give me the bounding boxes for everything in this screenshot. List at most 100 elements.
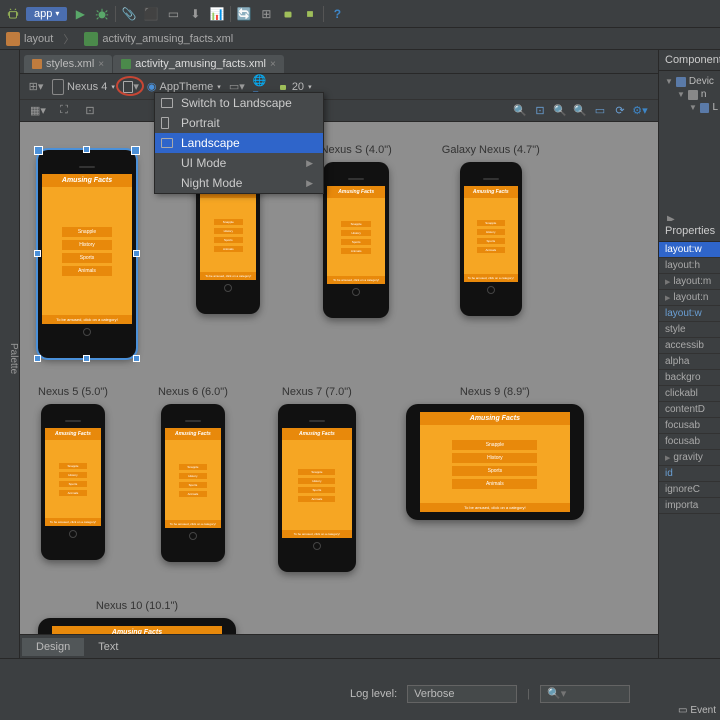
tree-row[interactable]: ▼L: [661, 101, 718, 114]
property-row[interactable]: alpha: [659, 354, 720, 370]
zoom-fit-icon[interactable]: ⊡: [532, 103, 548, 119]
api-label: 20: [292, 81, 304, 93]
clip-icon[interactable]: ▭: [592, 103, 608, 119]
design-canvas[interactable]: Amusing FactsSnappleHistorySportsAnimals…: [20, 122, 658, 634]
breadcrumb-item[interactable]: activity_amusing_facts.xml: [102, 33, 233, 45]
menu-item-landscape[interactable]: Landscape: [155, 133, 323, 153]
property-row[interactable]: style: [659, 322, 720, 338]
menu-item-nightmode[interactable]: Night Mode▶: [155, 173, 323, 193]
property-row[interactable]: importa: [659, 498, 720, 514]
category-button: History: [298, 478, 335, 484]
breadcrumb-item[interactable]: layout: [24, 33, 53, 45]
device-frame[interactable]: Amusing FactsSnappleHistorySportsAnimals…: [38, 150, 136, 358]
landscape-icon: [161, 98, 173, 108]
category-button: Snapple: [214, 219, 243, 225]
menu-item-uimode[interactable]: UI Mode▶: [155, 153, 323, 173]
tab-label: activity_amusing_facts.xml: [135, 58, 266, 70]
device-frame[interactable]: Amusing FactsSnappleHistorySportsAnimals…: [406, 404, 584, 520]
property-row[interactable]: ▶layout:n: [659, 290, 720, 306]
category-button: Sports: [298, 487, 335, 493]
property-row[interactable]: backgro: [659, 370, 720, 386]
device-frame[interactable]: Amusing FactsSnappleHistorySportsAnimals…: [38, 618, 236, 634]
editor-tabs: styles.xml × activity_amusing_facts.xml ×: [20, 50, 658, 74]
orientation-dropdown[interactable]: ▾: [123, 79, 139, 95]
device-frame[interactable]: Amusing FactsSnappleHistorySportsAnimals…: [323, 162, 389, 318]
device-preview[interactable]: Nexus S (4.0")Amusing FactsSnappleHistor…: [321, 144, 392, 358]
property-row[interactable]: focusab: [659, 434, 720, 450]
device-preview[interactable]: Nexus 9 (8.9")Amusing FactsSnappleHistor…: [406, 386, 584, 572]
properties-panel[interactable]: layout:wlayout:h▶layout:m▶layout:nlayout…: [659, 242, 720, 658]
monitor-icon[interactable]: 📊: [208, 5, 226, 23]
property-row[interactable]: focusab: [659, 418, 720, 434]
sync-icon[interactable]: 🔄: [235, 5, 253, 23]
device-preview[interactable]: Galaxy Nexus (4.7")Amusing FactsSnappleH…: [442, 144, 540, 358]
pipe-sep: |: [527, 688, 530, 700]
tab-activity[interactable]: activity_amusing_facts.xml ×: [113, 55, 284, 73]
tab-styles[interactable]: styles.xml ×: [24, 55, 112, 73]
property-label: alpha: [665, 356, 689, 367]
android-icon[interactable]: [4, 5, 22, 23]
avd-icon[interactable]: ▭: [164, 5, 182, 23]
device-frame[interactable]: Amusing FactsSnappleHistorySportsAnimals…: [161, 404, 225, 562]
property-row[interactable]: ignoreC: [659, 482, 720, 498]
tab-text[interactable]: Text: [84, 638, 132, 656]
device-preview[interactable]: Nexus 10 (10.1")Amusing FactsSnappleHist…: [38, 600, 236, 634]
device-label: Nexus 4: [67, 81, 107, 93]
run-button[interactable]: ▶: [71, 5, 89, 23]
property-row[interactable]: id: [659, 466, 720, 482]
property-row[interactable]: layout:w: [659, 306, 720, 322]
property-row[interactable]: accessib: [659, 338, 720, 354]
menu-item-switch[interactable]: Switch to Landscape: [155, 93, 323, 113]
refresh-icon[interactable]: ⟳: [612, 103, 628, 119]
property-row[interactable]: ▶gravity: [659, 450, 720, 466]
attach-icon[interactable]: 📎: [120, 5, 138, 23]
device-dropdown[interactable]: Nexus 4: [52, 79, 115, 95]
tree-row[interactable]: ▼n: [661, 88, 718, 101]
device-preview[interactable]: Amusing FactsSnappleHistorySportsAnimals…: [38, 144, 136, 358]
device-frame[interactable]: Amusing FactsSnappleHistorySportsAnimals…: [460, 162, 522, 316]
event-log-button[interactable]: ▭ Event: [678, 705, 716, 716]
struct-icon[interactable]: ⊞: [257, 5, 275, 23]
category-button: History: [477, 229, 505, 235]
gear-icon[interactable]: ⚙▾: [632, 103, 648, 119]
zoom-actual-icon[interactable]: 🔍: [512, 103, 528, 119]
component-tree-header[interactable]: Component: [659, 50, 720, 71]
log-level-dropdown[interactable]: [407, 685, 517, 703]
property-row[interactable]: clickabl: [659, 386, 720, 402]
tree-row[interactable]: ▼Devic: [661, 75, 718, 88]
category-button: Snapple: [62, 227, 111, 237]
close-icon[interactable]: ×: [98, 59, 104, 70]
expand-icon[interactable]: ⛶: [56, 103, 72, 119]
property-row[interactable]: layout:w: [659, 242, 720, 258]
menu-item-portrait[interactable]: Portrait: [155, 113, 323, 133]
debug-button[interactable]: [93, 5, 111, 23]
log-search-input[interactable]: [540, 685, 630, 703]
palette-icon[interactable]: ⊞▾: [28, 79, 44, 95]
stop-icon[interactable]: ⬛: [142, 5, 160, 23]
device-preview[interactable]: Nexus 7 (7.0")Amusing FactsSnappleHistor…: [278, 386, 356, 572]
palette-tab[interactable]: Palette: [0, 50, 20, 658]
dummy-icon[interactable]: ⊡: [82, 103, 98, 119]
device-preview[interactable]: Nexus 6 (6.0")Amusing FactsSnappleHistor…: [158, 386, 228, 572]
run-config-dropdown[interactable]: app: [26, 7, 67, 21]
layout-icon: [700, 103, 710, 113]
tree-label: n: [701, 89, 707, 100]
device-frame[interactable]: Amusing FactsSnappleHistorySportsAnimals…: [41, 404, 105, 560]
viewport-icon[interactable]: ▦▾: [30, 103, 46, 119]
zoom-out-icon[interactable]: 🔍: [572, 103, 588, 119]
device-frame[interactable]: Amusing FactsSnappleHistorySportsAnimals…: [278, 404, 356, 572]
tab-label: styles.xml: [46, 58, 94, 70]
close-icon[interactable]: ×: [270, 59, 276, 70]
property-row[interactable]: layout:h: [659, 258, 720, 274]
sdk-icon[interactable]: ⬇: [186, 5, 204, 23]
help-icon[interactable]: ?: [328, 5, 346, 23]
property-row[interactable]: contentD: [659, 402, 720, 418]
device-preview[interactable]: Nexus 5 (5.0")Amusing FactsSnappleHistor…: [38, 386, 108, 572]
tab-design[interactable]: Design: [22, 638, 84, 656]
android2-icon[interactable]: [279, 5, 297, 23]
property-row[interactable]: ▶layout:m: [659, 274, 720, 290]
properties-header[interactable]: Properties: [659, 221, 720, 242]
android3-icon[interactable]: [301, 5, 319, 23]
component-tree[interactable]: ▼Devic ▼n ▼L ▶: [659, 71, 720, 221]
zoom-in-icon[interactable]: 🔍: [552, 103, 568, 119]
